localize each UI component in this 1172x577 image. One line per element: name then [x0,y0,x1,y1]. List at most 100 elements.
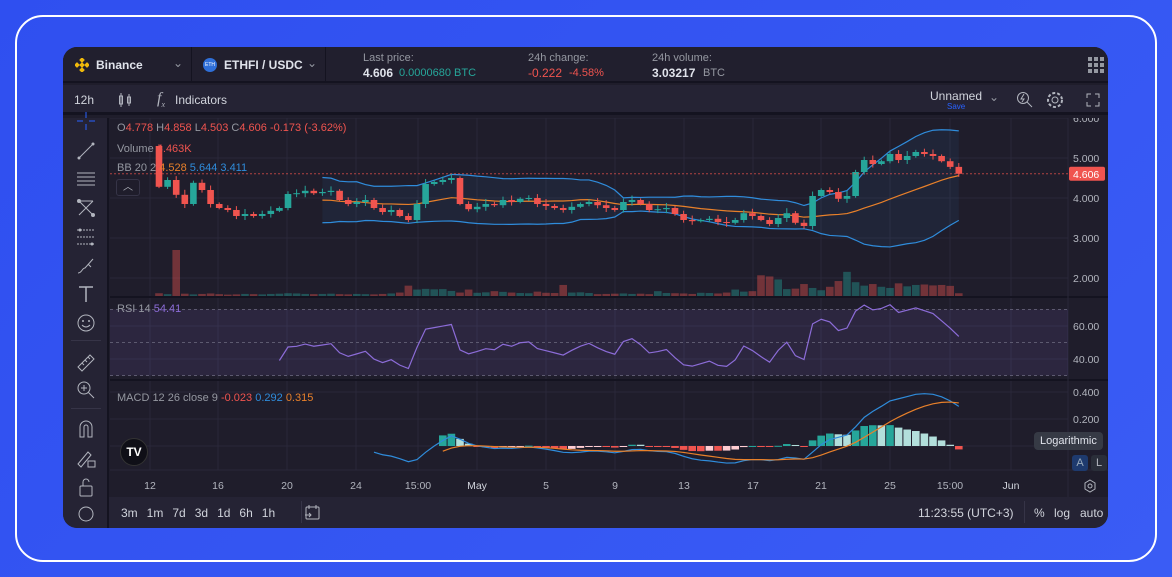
volume-bar [636,293,645,296]
log-scale-button[interactable]: L [1091,455,1107,471]
top-bar: Binance ⌄ ETH ETHFI / USDC ⌄ Last price:… [63,47,1108,83]
volume-bar [619,293,628,296]
candle-body [697,220,705,222]
range-button-1h[interactable]: 1h [262,506,275,520]
save-button[interactable]: Save [947,102,965,111]
high-label: H [156,122,165,134]
interval-button[interactable]: 12h [74,93,94,107]
volume-bar [611,293,619,296]
indicators-button[interactable]: Indicators [175,93,227,107]
bb-legend[interactable]: BB 20 2 4.528 5.644 3.411 [117,162,247,174]
candle-body [886,154,894,162]
quick-search-icon[interactable] [1016,91,1034,109]
volume-bar [413,289,421,296]
volume-bar [705,293,714,296]
volume-bar [482,292,490,296]
text-icon[interactable] [76,284,96,304]
grid-menu-icon[interactable] [1088,57,1104,73]
candle-body [164,180,171,187]
candle-body [542,204,550,206]
macd-histogram-bar [731,446,739,450]
candle-body [473,206,481,210]
log-toggle[interactable]: log [1054,506,1070,520]
macd-histogram-bar [576,446,585,448]
chevron-down-icon[interactable]: ⌄ [173,56,183,70]
macd-histogram-bar [937,440,946,446]
go-to-date-icon[interactable] [304,504,320,520]
horizontal-lines-icon[interactable] [76,169,96,189]
range-button-3d[interactable]: 3d [195,506,208,520]
range-button-1d[interactable]: 1d [217,506,230,520]
eye-icon[interactable] [76,504,96,524]
candle-body [327,190,335,192]
zoom-in-icon[interactable] [76,380,96,400]
candle-body [895,154,902,160]
lock-drawings-icon[interactable] [76,448,96,468]
trend-line-icon[interactable] [76,141,96,161]
volume-bar [757,275,765,296]
volume-bar [516,293,524,296]
candle-body [172,180,180,195]
candle-body [921,152,928,154]
chevron-down-icon[interactable]: ⌄ [989,90,999,104]
tradingview-logo[interactable]: TV [120,438,148,466]
time-tick-label: 15:00 [405,480,431,492]
candle-body [491,204,498,206]
emoji-icon[interactable] [76,313,96,333]
chevron-down-icon[interactable]: ⌄ [307,56,317,70]
candle-body [319,192,326,194]
auto-scale-button[interactable]: A [1072,455,1088,471]
volume-bar [937,284,946,296]
chart-area[interactable]: 6.000 5.000 4.000 3.000 2.000 4.606 60.00 40.00… [110,118,1108,497]
volume-bar [327,293,335,296]
percent-toggle[interactable]: % [1034,506,1045,520]
divider [1024,501,1025,523]
brush-icon[interactable] [76,256,96,276]
candle-body [370,200,378,208]
macd-histogram-bar [688,446,696,452]
collapse-legend-button[interactable]: ︿ [116,179,140,196]
axis-settings-icon[interactable] [1083,479,1097,493]
auto-toggle[interactable]: auto [1080,506,1103,520]
candle-body [645,204,653,210]
volume-bar [335,294,344,296]
macd-histogram-bar [929,436,937,446]
candle-body [817,190,825,196]
volume-bar [877,286,886,296]
magnet-icon[interactable] [76,419,96,439]
function-icon[interactable]: fx [157,90,165,109]
volume-bar [645,294,653,296]
settings-gear-icon[interactable] [1046,91,1064,109]
exchange-selector[interactable]: Binance [96,58,143,72]
pair-selector[interactable]: ETHFI / USDC [224,58,303,72]
range-button-6h[interactable]: 6h [239,506,252,520]
candles-type-icon[interactable] [118,92,132,108]
rsi-label: RSI 14 [117,303,151,315]
range-button-7d[interactable]: 7d [172,506,185,520]
candle-body [336,190,343,200]
lock-icon[interactable] [76,477,96,497]
candle-body [559,208,567,210]
fullscreen-icon[interactable] [1086,93,1100,107]
last-price-btc: 0.0000680 BTC [399,67,477,79]
candle-body [215,204,223,208]
volume-bar [396,292,404,296]
volume-label: 24h volume: [652,52,712,64]
candle-body [749,213,756,216]
volume-bar [310,294,318,296]
range-button-3m[interactable]: 3m [121,506,138,520]
macd-histogram-bar [748,445,757,447]
candle-body [422,184,429,204]
fib-retracement-icon[interactable] [76,227,96,247]
rsi-tick-label: 40.00 [1073,354,1099,366]
macd-histogram-bar [912,431,920,446]
pattern-icon[interactable] [76,198,96,218]
ruler-icon[interactable] [76,353,96,373]
candle-body [482,204,490,207]
trading-window: Binance ⌄ ETH ETHFI / USDC ⌄ Last price:… [63,47,1108,528]
crosshair-icon[interactable] [76,111,96,131]
macd-histogram-bar [946,444,954,446]
clock-timezone[interactable]: 11:23:55 (UTC+3) [918,506,1014,520]
layout-name[interactable]: Unnamed [930,89,982,103]
range-button-1m[interactable]: 1m [147,506,164,520]
